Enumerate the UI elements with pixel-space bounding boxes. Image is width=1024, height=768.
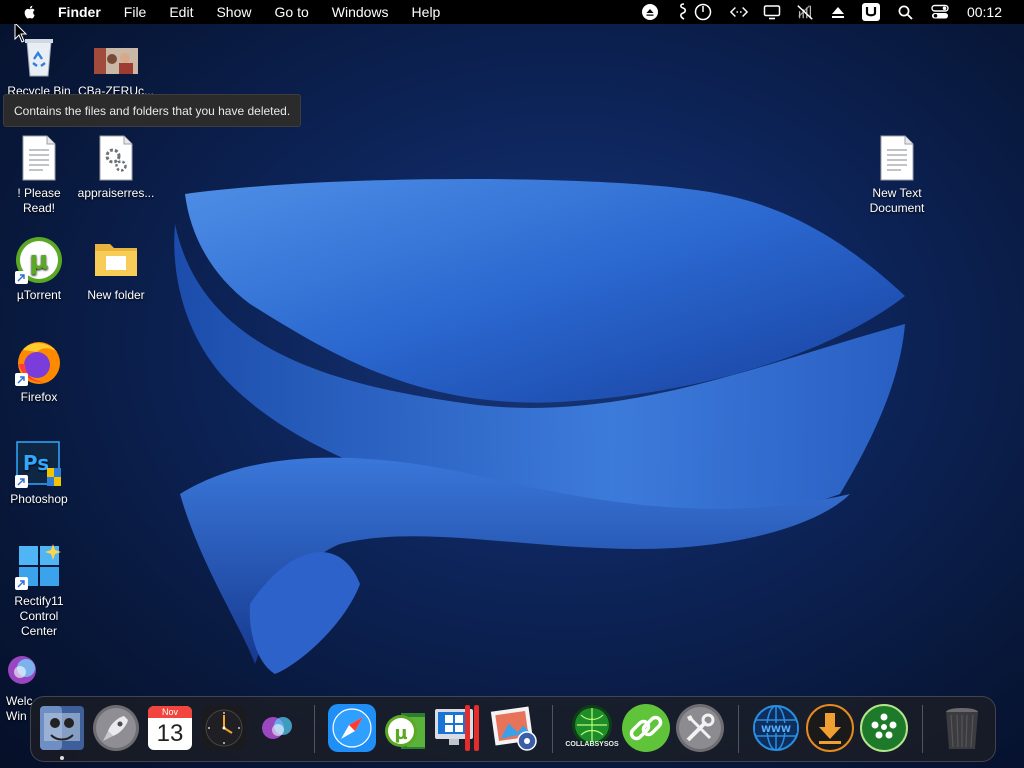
people-network-icon	[860, 704, 908, 752]
desktop-icon-photoshop[interactable]: Ps Photoshop	[0, 440, 78, 507]
calendar-month: Nov	[161, 707, 178, 717]
icon-label: Rectify11 Control Center	[14, 594, 64, 638]
desktop-icon-new-folder[interactable]: New folder	[77, 236, 155, 303]
shortcut-arrow-icon	[15, 373, 28, 386]
dock-finder[interactable]	[37, 703, 87, 753]
text-document-icon	[873, 134, 921, 182]
mouse-pointer-icon	[14, 22, 28, 43]
icon-label: Photoshop	[10, 492, 68, 506]
dock-downloader[interactable]	[805, 703, 855, 753]
finder-icon	[40, 706, 84, 750]
code-arrows-icon[interactable]	[729, 3, 748, 21]
dock-trash[interactable]	[937, 703, 987, 753]
running-indicator	[60, 756, 64, 760]
power-gauge-icon[interactable]	[694, 3, 712, 21]
rocket-icon	[93, 705, 139, 751]
menu-clock[interactable]: 00:12	[967, 4, 1002, 20]
eject-icon[interactable]	[829, 3, 847, 21]
tools-icon	[676, 704, 724, 752]
dock-launchpad[interactable]	[91, 703, 141, 753]
desktop-icon-cba[interactable]: CBa-ZERUc...	[77, 44, 155, 99]
svg-text:µ: µ	[394, 723, 407, 744]
control-center-icon[interactable]	[931, 3, 949, 21]
svg-text:µ: µ	[29, 246, 48, 276]
script-icon[interactable]	[674, 3, 692, 21]
icon-label: appraiserres...	[77, 186, 155, 200]
dock-calendar[interactable]: Nov 13	[145, 703, 195, 753]
dock-tools[interactable]	[675, 703, 725, 753]
windows-logo-icon	[15, 542, 63, 590]
photo-viewer-icon	[490, 706, 537, 751]
desktop-icon-recycle-bin[interactable]: Recycle Bin	[0, 32, 78, 99]
desktop-icon-please-read[interactable]: ! Please Read!	[0, 134, 78, 216]
icon-label: Firefox	[20, 390, 58, 404]
dock-separator	[552, 705, 553, 753]
desktop-icon-appraiser[interactable]: appraiserres...	[77, 134, 155, 201]
collabsysos-label: COLLABSYSOS	[565, 741, 619, 748]
utorrent-folder-icon: µ	[385, 713, 425, 749]
firefox-icon	[15, 338, 63, 386]
menu-show[interactable]: Show	[216, 4, 251, 20]
desktop-icon-rectify11[interactable]: Rectify11 Control Center	[0, 542, 78, 639]
menu-edit[interactable]: Edit	[169, 4, 193, 20]
menu-help[interactable]: Help	[412, 4, 441, 20]
dock-utorrent[interactable]: µ	[381, 703, 431, 753]
www-globe-icon: WWW	[753, 705, 799, 751]
search-icon[interactable]	[897, 3, 915, 21]
desktop-icon-new-text-document[interactable]: New Text Document	[858, 134, 936, 216]
dock-separator	[922, 705, 923, 753]
settings-file-icon	[92, 134, 140, 182]
windows-vm-icon	[435, 705, 479, 751]
menu-go-to[interactable]: Go to	[275, 4, 309, 20]
dock-people-network[interactable]	[859, 703, 909, 753]
dock-siri[interactable]	[253, 703, 303, 753]
chain-link-icon	[622, 704, 670, 752]
dock-separator	[738, 705, 739, 753]
dock-parallels-windows[interactable]	[435, 703, 485, 753]
dock-clock[interactable]	[199, 703, 249, 753]
menu-bar: Finder File Edit Show Go to Windows Help	[0, 0, 1024, 24]
icon-label: New Text Document	[869, 186, 925, 215]
shortcut-arrow-icon	[15, 577, 28, 590]
clock-icon	[202, 706, 246, 750]
folder-icon	[92, 236, 140, 284]
text-document-icon	[15, 134, 63, 182]
calendar-day: 13	[156, 720, 184, 747]
icon-label: New folder	[87, 288, 145, 302]
volume-muted-icon[interactable]	[796, 3, 814, 21]
display-icon[interactable]	[763, 3, 781, 21]
recycle-bin-tooltip: Contains the files and folders that you …	[3, 94, 302, 127]
menu-windows[interactable]: Windows	[332, 4, 389, 20]
dock: Nov 13 µ COLLABSYSOS WWW	[30, 696, 996, 762]
utorrent-icon: µ	[15, 236, 63, 284]
svg-text:Ps: Ps	[23, 451, 49, 475]
apple-menu-icon[interactable]	[22, 4, 38, 20]
menu-file[interactable]: File	[124, 4, 147, 20]
trash-can-icon	[946, 708, 978, 749]
dock-safari[interactable]	[327, 703, 377, 753]
dock-link[interactable]	[621, 703, 671, 753]
shortcut-arrow-icon	[15, 475, 28, 488]
desktop-icon-utorrent[interactable]: µ µTorrent	[0, 236, 78, 303]
photo-thumbnail-icon	[92, 44, 140, 80]
siri-orb-icon	[262, 712, 294, 744]
dock-www[interactable]: WWW	[751, 703, 801, 753]
eject-circle-icon[interactable]	[641, 3, 659, 21]
icon-label: µTorrent	[16, 288, 62, 302]
u-app-icon[interactable]	[861, 3, 880, 21]
icon-label: ! Please Read!	[17, 186, 61, 215]
menu-finder[interactable]: Finder	[58, 4, 101, 20]
orb-icon	[0, 650, 38, 690]
shortcut-arrow-icon	[15, 271, 28, 284]
dock-photos[interactable]	[489, 703, 539, 753]
desktop-icon-firefox[interactable]: Firefox	[0, 338, 78, 405]
photoshop-icon: Ps	[15, 440, 63, 488]
safari-compass-icon	[328, 704, 376, 752]
status-area: 00:12	[626, 0, 1024, 24]
dock-separator	[314, 705, 315, 753]
svg-text:WWW: WWW	[761, 725, 791, 735]
download-arrow-icon	[806, 704, 854, 752]
dock-collabsysos[interactable]: COLLABSYSOS	[565, 703, 619, 753]
